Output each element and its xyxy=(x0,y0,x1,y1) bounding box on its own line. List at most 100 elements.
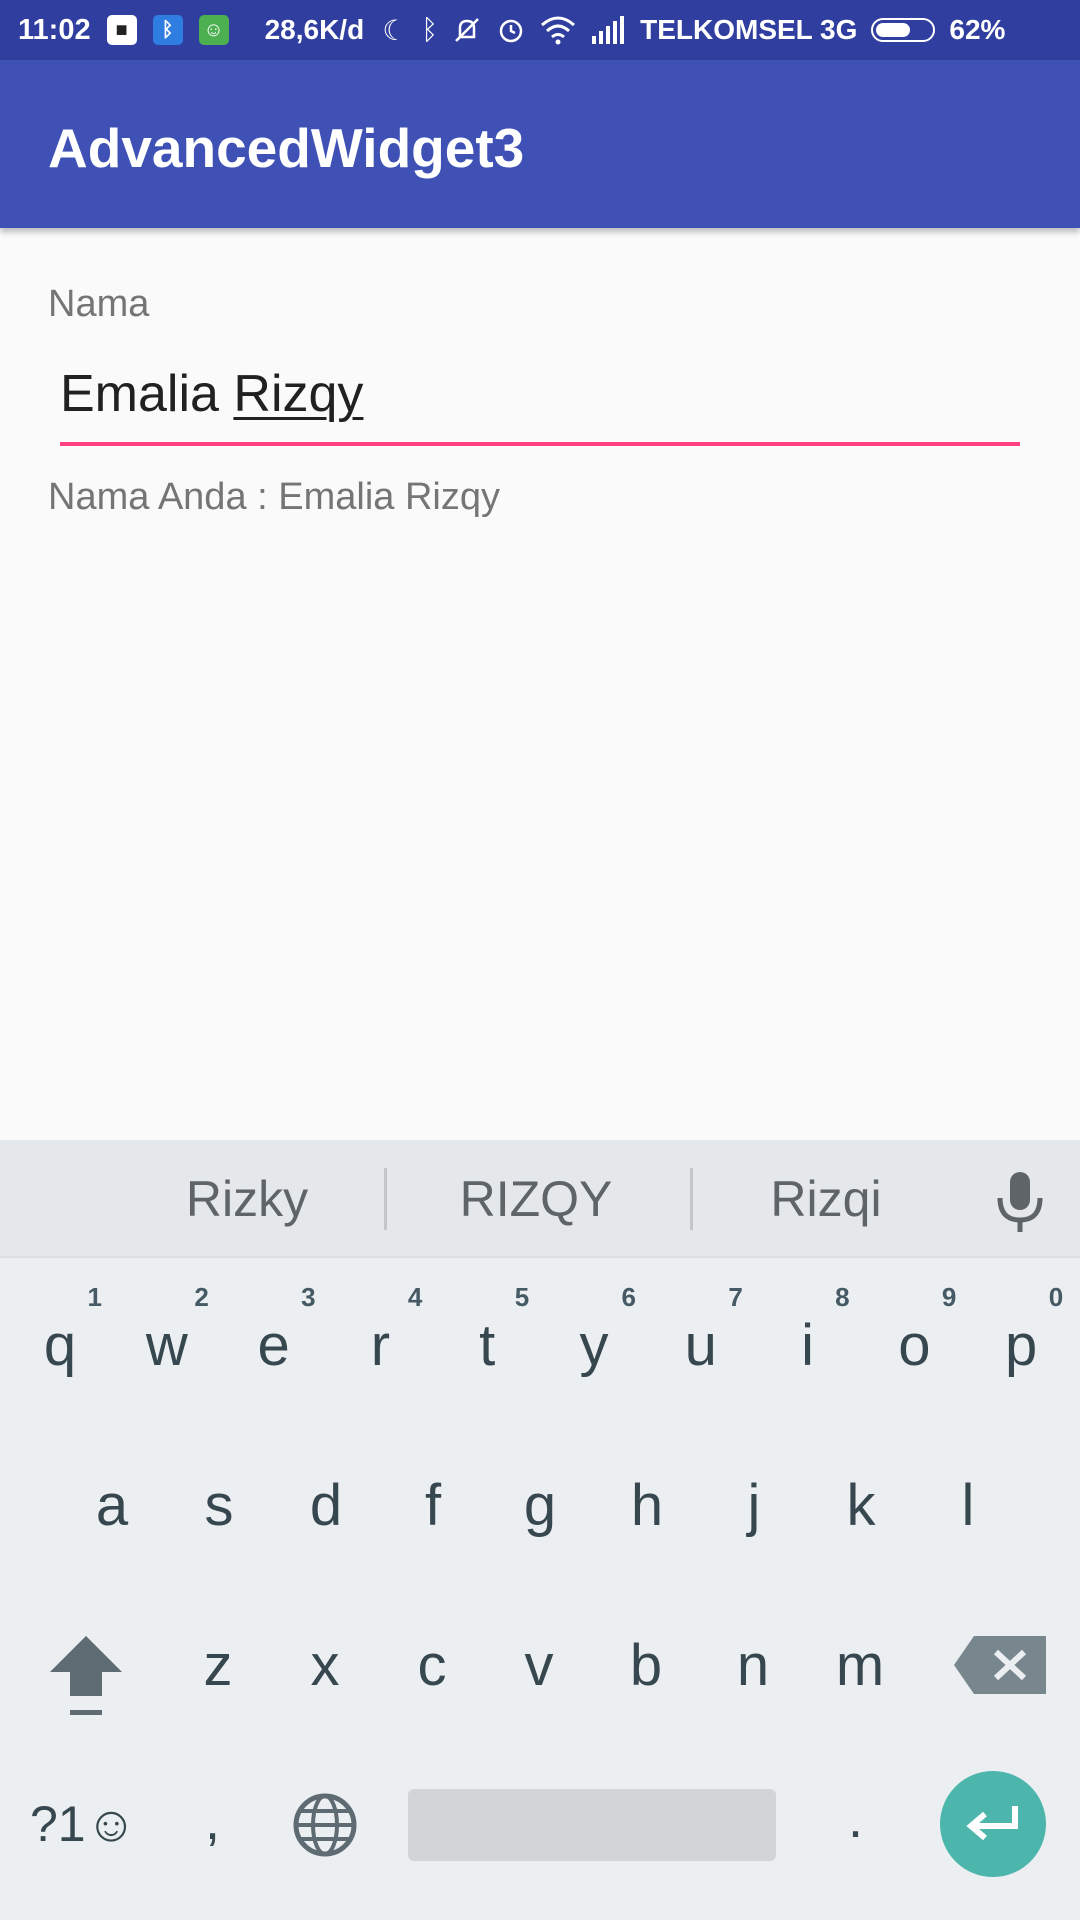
shift-key[interactable] xyxy=(44,1630,128,1720)
key-hint: 0 xyxy=(1048,1282,1064,1312)
key-letter: q xyxy=(43,1313,77,1378)
key-hint: 2 xyxy=(194,1282,209,1312)
key-r[interactable]: 4r xyxy=(330,1270,430,1400)
input-text-plain: Emalia xyxy=(60,365,234,423)
key-letter: h xyxy=(630,1473,664,1538)
suggestion-strip: Rizky RIZQY Rizqi xyxy=(0,1140,1080,1258)
key-letter: d xyxy=(309,1473,343,1538)
mute-icon xyxy=(452,15,482,45)
key-hint: 9 xyxy=(941,1282,957,1312)
key-letter: z xyxy=(203,1633,233,1698)
key-d[interactable]: d xyxy=(276,1430,376,1560)
key-m[interactable]: m xyxy=(810,1590,910,1720)
key-letter: g xyxy=(523,1473,557,1538)
name-label: Nama xyxy=(48,283,150,325)
key-hint: 7 xyxy=(728,1282,743,1312)
alarm-icon xyxy=(496,15,526,45)
key-t[interactable]: 5t xyxy=(437,1270,537,1400)
key-s[interactable]: s xyxy=(169,1430,269,1560)
status-bar: 11:02 ■ ᛒ ☺ 28,6K/d ☾ ᛒ TELKOMSEL 3G 62% xyxy=(0,0,1080,60)
key-letter: r xyxy=(370,1313,391,1378)
key-letter: p xyxy=(1005,1313,1038,1378)
key-hint: 1 xyxy=(87,1282,102,1312)
status-bar-left: 11:02 ■ ᛒ ☺ 28,6K/d xyxy=(0,14,364,47)
key-letter: w xyxy=(145,1313,188,1378)
key-y[interactable]: 6y xyxy=(544,1270,644,1400)
key-w[interactable]: 2w xyxy=(117,1270,217,1400)
enter-icon xyxy=(966,1806,1018,1841)
enter-key[interactable] xyxy=(940,1771,1046,1877)
key-i[interactable]: 8i xyxy=(758,1270,858,1400)
key-k[interactable]: k xyxy=(811,1430,911,1560)
key-letter: c xyxy=(417,1633,447,1698)
battery-fill xyxy=(876,23,910,37)
key-e[interactable]: 3e xyxy=(224,1270,324,1400)
key-hint: 8 xyxy=(835,1282,850,1312)
key-v[interactable]: v xyxy=(489,1590,589,1720)
input-underline xyxy=(60,442,1020,446)
globe-icon[interactable] xyxy=(290,1790,360,1860)
app-title: AdvancedWidget3 xyxy=(48,117,525,179)
key-letter: k xyxy=(846,1473,876,1538)
key-q[interactable]: 1q xyxy=(10,1270,110,1400)
status-bar-right: ☾ ᛒ TELKOMSEL 3G 62% xyxy=(382,14,1005,47)
key-j[interactable]: j xyxy=(704,1430,804,1560)
suggestion-1[interactable]: Rizky xyxy=(107,1170,387,1228)
key-hint: 4 xyxy=(407,1282,423,1312)
key-letter: t xyxy=(479,1313,496,1378)
wifi-icon xyxy=(540,15,576,45)
key-b[interactable]: b xyxy=(596,1590,696,1720)
key-letter: f xyxy=(424,1473,442,1538)
key-letter: y xyxy=(579,1313,609,1378)
key-letter: e xyxy=(257,1313,290,1378)
key-letter: u xyxy=(684,1313,717,1378)
period-key[interactable]: . xyxy=(848,1788,863,1850)
bbm-icon: ■ xyxy=(106,15,137,45)
key-letter: i xyxy=(801,1313,815,1378)
microphone-icon[interactable] xyxy=(990,1168,1050,1238)
key-f[interactable]: f xyxy=(383,1430,483,1560)
backspace-key[interactable] xyxy=(952,1632,1052,1702)
key-p[interactable]: 0p xyxy=(971,1270,1071,1400)
network-speed: 28,6K/d xyxy=(264,14,365,45)
key-hint: 5 xyxy=(514,1282,530,1312)
key-letter: v xyxy=(524,1633,554,1698)
key-x[interactable]: x xyxy=(275,1590,375,1720)
key-letter: m xyxy=(835,1633,885,1698)
key-n[interactable]: n xyxy=(703,1590,803,1720)
key-hint: 6 xyxy=(621,1282,636,1312)
bluetooth-app-icon: ᛒ xyxy=(152,15,183,45)
status-time: 11:02 xyxy=(18,13,91,46)
key-a[interactable]: a xyxy=(62,1430,162,1560)
key-letter: j xyxy=(747,1473,761,1538)
key-letter: b xyxy=(629,1633,663,1698)
suggestion-2[interactable]: RIZQY xyxy=(396,1170,676,1228)
key-hint: 3 xyxy=(301,1282,316,1312)
symbols-key[interactable]: ?1☺ xyxy=(30,1795,137,1853)
key-h[interactable]: h xyxy=(597,1430,697,1560)
key-letter: a xyxy=(95,1473,129,1538)
battery-level: 62% xyxy=(949,14,1006,45)
key-o[interactable]: 9o xyxy=(864,1270,964,1400)
key-letter: x xyxy=(310,1633,340,1698)
suggestion-3[interactable]: Rizqi xyxy=(686,1170,966,1228)
key-z[interactable]: z xyxy=(168,1590,268,1720)
key-letter: l xyxy=(961,1473,975,1538)
suggestion-divider xyxy=(384,1168,387,1230)
signal-icon xyxy=(590,16,626,44)
app-bar: AdvancedWidget3 xyxy=(0,60,1080,228)
bluetooth-icon: ᛒ xyxy=(421,14,439,45)
key-g[interactable]: g xyxy=(490,1430,590,1560)
soft-keyboard: Rizky RIZQY Rizqi 1q2w3e4r5t6y7u8i9o0p a… xyxy=(0,1140,1080,1920)
space-key[interactable] xyxy=(408,1789,776,1861)
name-output-text: Nama Anda : Emalia Rizqy xyxy=(48,476,500,518)
comma-key[interactable]: , xyxy=(205,1790,220,1852)
moon-icon: ☾ xyxy=(382,14,408,46)
name-input[interactable]: Emalia Rizqy xyxy=(60,364,1020,442)
key-letter: n xyxy=(736,1633,770,1698)
android-icon: ☺ xyxy=(198,15,229,45)
key-l[interactable]: l xyxy=(918,1430,1018,1560)
key-c[interactable]: c xyxy=(382,1590,482,1720)
key-letter: s xyxy=(204,1473,234,1538)
key-u[interactable]: 7u xyxy=(651,1270,751,1400)
